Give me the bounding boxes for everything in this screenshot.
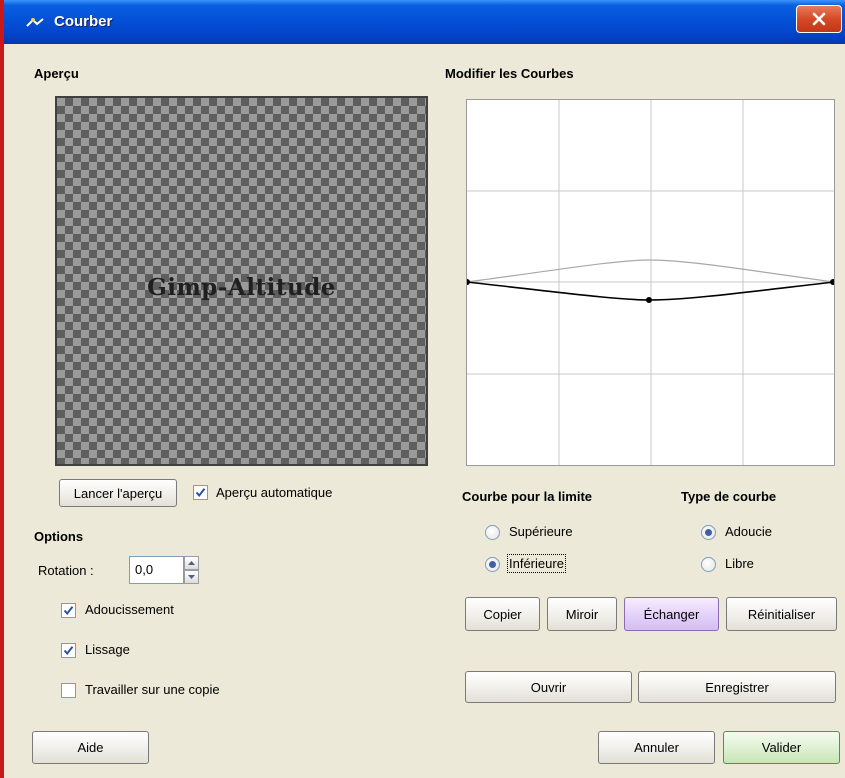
- mirror-button[interactable]: Miroir: [547, 597, 617, 631]
- arrow-up-icon: [188, 561, 195, 565]
- radio-smooth[interactable]: [701, 525, 716, 540]
- antialiasing-checkbox[interactable]: [61, 603, 76, 618]
- curve-control-point-right: [830, 279, 834, 285]
- boundary-title: Courbe pour la limite: [462, 489, 593, 504]
- curve-control-point-left: [467, 279, 470, 285]
- rotation-decrement-button[interactable]: [184, 570, 199, 584]
- window-title: Courber: [54, 13, 113, 30]
- rotation-label: Rotation :: [38, 563, 94, 578]
- arrow-down-icon: [188, 575, 195, 579]
- radio-free[interactable]: [701, 557, 716, 572]
- curve-type-title: Type de courbe: [681, 489, 777, 504]
- radio-free-label: Libre: [725, 556, 754, 571]
- curves-title: Modifier les Courbes: [445, 66, 574, 81]
- smoothing-checkbox[interactable]: [61, 643, 76, 658]
- curve-bend-dialog: Courber Aperçu Gimp-Altitude Lancer l'ap…: [0, 0, 845, 778]
- reset-button[interactable]: Réinitialiser: [726, 597, 837, 631]
- work-on-copy-label: Travailler sur une copie: [85, 682, 220, 697]
- checkmark-icon: [63, 646, 74, 656]
- checkmark-icon: [195, 488, 206, 498]
- title-bar[interactable]: Courber: [4, 0, 845, 44]
- ok-button[interactable]: Valider: [723, 731, 840, 764]
- swap-button[interactable]: Échanger: [624, 597, 719, 631]
- radio-lower[interactable]: [485, 557, 500, 572]
- copy-button[interactable]: Copier: [465, 597, 540, 631]
- auto-preview-label: Aperçu automatique: [216, 485, 333, 500]
- curve-editor[interactable]: [466, 99, 835, 466]
- curve-graph[interactable]: [467, 100, 834, 465]
- radio-smooth-label: Adoucie: [725, 524, 772, 539]
- close-button[interactable]: [796, 5, 842, 33]
- preview-canvas: Gimp-Altitude: [55, 96, 428, 466]
- radio-lower-label: Inférieure: [507, 554, 566, 573]
- open-button[interactable]: Ouvrir: [465, 671, 632, 703]
- launch-preview-button[interactable]: Lancer l'aperçu: [59, 479, 177, 507]
- work-on-copy-checkbox[interactable]: [61, 683, 76, 698]
- antialiasing-label: Adoucissement: [85, 602, 174, 617]
- save-button[interactable]: Enregistrer: [638, 671, 836, 703]
- rotation-spinner: [184, 556, 199, 584]
- radio-upper[interactable]: [485, 525, 500, 540]
- help-button[interactable]: Aide: [32, 731, 149, 764]
- curve-tool-icon: [26, 18, 44, 27]
- curve-control-point-middle: [646, 297, 652, 303]
- radio-upper-label: Supérieure: [509, 524, 573, 539]
- close-icon: [812, 12, 826, 26]
- rotation-increment-button[interactable]: [184, 556, 199, 570]
- auto-preview-checkbox[interactable]: [193, 485, 208, 500]
- cancel-button[interactable]: Annuler: [598, 731, 715, 764]
- preview-image-text: Gimp-Altitude: [147, 274, 336, 301]
- rotation-input[interactable]: 0,0: [129, 556, 184, 584]
- preview-title: Aperçu: [34, 66, 79, 81]
- smoothing-label: Lissage: [85, 642, 130, 657]
- checkmark-icon: [63, 606, 74, 616]
- options-title: Options: [34, 529, 84, 544]
